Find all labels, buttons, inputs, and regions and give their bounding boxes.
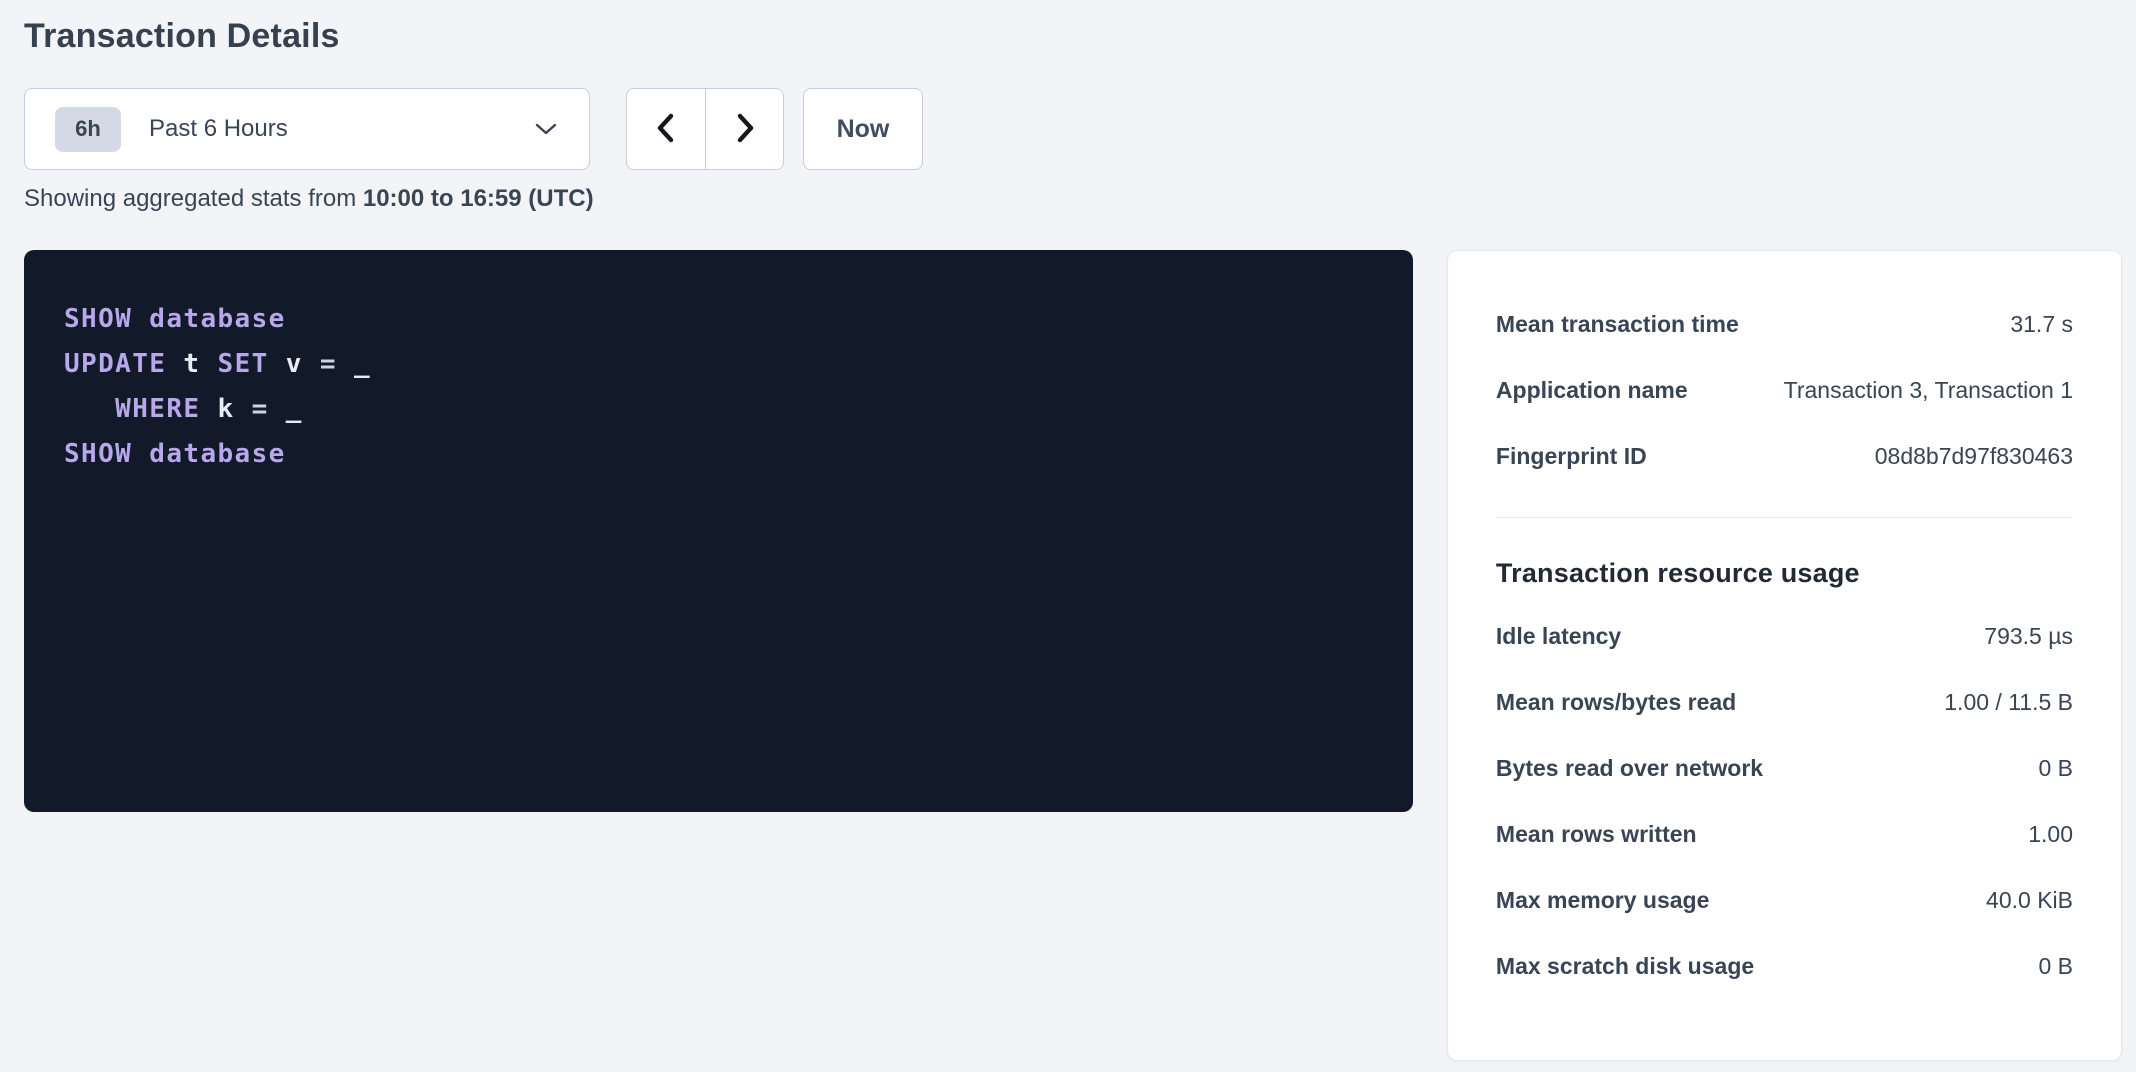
card-divider bbox=[1496, 517, 2073, 518]
resource-usage-stats: Idle latency 793.5 µs Mean rows/bytes read… bbox=[1496, 603, 2073, 999]
overview-stats: Mean transaction time 31.7 s Application n… bbox=[1496, 291, 2073, 489]
time-range-badge: 6h bbox=[55, 107, 121, 152]
transaction-summary-card: Mean transaction time 31.7 s Application n… bbox=[1447, 250, 2122, 1061]
stat-row: Idle latency 793.5 µs bbox=[1496, 603, 2073, 669]
stat-label: Application name bbox=[1496, 377, 1688, 404]
page-title: Transaction Details bbox=[24, 16, 2122, 56]
stat-value: 0 B bbox=[2038, 953, 2073, 980]
stat-row: Fingerprint ID 08d8b7d97f830463 bbox=[1496, 423, 2073, 489]
stat-row: Application name Transaction 3, Transacti… bbox=[1496, 357, 2073, 423]
time-range-select[interactable]: 6h Past 6 Hours bbox=[24, 88, 590, 170]
stat-value: 08d8b7d97f830463 bbox=[1875, 443, 2073, 470]
stat-row: Max scratch disk usage 0 B bbox=[1496, 933, 2073, 999]
time-controls: 6h Past 6 Hours bbox=[24, 88, 2122, 170]
time-range-label: Past 6 Hours bbox=[149, 115, 533, 143]
stat-row: Mean transaction time 31.7 s bbox=[1496, 291, 2073, 357]
content-area: SHOW databaseUPDATE t SET v = _ WHERE k … bbox=[24, 250, 2122, 1061]
stat-label: Mean transaction time bbox=[1496, 311, 1739, 338]
chevron-down-icon bbox=[533, 121, 559, 137]
stat-label: Bytes read over network bbox=[1496, 755, 1763, 782]
resource-usage-heading: Transaction resource usage bbox=[1496, 558, 2073, 589]
sql-line: SHOW database bbox=[64, 432, 1373, 477]
stat-label: Mean rows/bytes read bbox=[1496, 689, 1736, 716]
stat-label: Idle latency bbox=[1496, 623, 1621, 650]
chevron-left-icon bbox=[651, 110, 681, 149]
now-button[interactable]: Now bbox=[803, 88, 923, 170]
stat-label: Max memory usage bbox=[1496, 887, 1709, 914]
stat-row: Bytes read over network 0 B bbox=[1496, 735, 2073, 801]
aggregated-stats-range: 10:00 to 16:59 (UTC) bbox=[363, 185, 594, 212]
stat-row: Mean rows written 1.00 bbox=[1496, 801, 2073, 867]
stat-value: 793.5 µs bbox=[1984, 623, 2073, 650]
sql-line: SHOW database bbox=[64, 297, 1373, 342]
stat-row: Max memory usage 40.0 KiB bbox=[1496, 867, 2073, 933]
chevron-right-icon bbox=[730, 110, 760, 149]
stat-label: Fingerprint ID bbox=[1496, 443, 1647, 470]
transaction-details-page: Transaction Details 6h Past 6 Hours bbox=[0, 0, 2136, 1072]
stat-row: Mean rows/bytes read 1.00 / 11.5 B bbox=[1496, 669, 2073, 735]
sql-code: SHOW databaseUPDATE t SET v = _ WHERE k … bbox=[64, 297, 1373, 477]
sql-line: WHERE k = _ bbox=[64, 387, 1373, 432]
stat-value: 1.00 bbox=[2028, 821, 2073, 848]
stat-value: 0 B bbox=[2038, 755, 2073, 782]
stat-value: 31.7 s bbox=[2010, 311, 2073, 338]
sql-line: UPDATE t SET v = _ bbox=[64, 342, 1373, 387]
next-time-button[interactable] bbox=[705, 89, 783, 169]
aggregated-stats-prefix: Showing aggregated stats from bbox=[24, 185, 363, 212]
stat-value: 1.00 / 11.5 B bbox=[1944, 689, 2073, 716]
stat-value: 40.0 KiB bbox=[1986, 887, 2073, 914]
stat-value: Transaction 3, Transaction 1 bbox=[1784, 377, 2073, 404]
previous-time-button[interactable] bbox=[627, 89, 705, 169]
time-step-button-group bbox=[626, 88, 784, 170]
stat-label: Mean rows written bbox=[1496, 821, 1697, 848]
sql-statement-panel: SHOW databaseUPDATE t SET v = _ WHERE k … bbox=[24, 250, 1413, 812]
stat-label: Max scratch disk usage bbox=[1496, 953, 1754, 980]
aggregated-stats-caption: Showing aggregated stats from 10:00 to 1… bbox=[24, 185, 2122, 213]
